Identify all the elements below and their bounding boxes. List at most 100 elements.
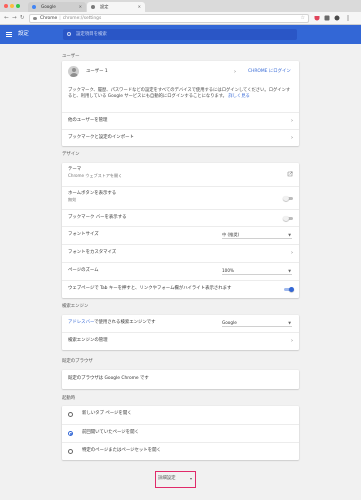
appearance-card: テーマ Chrome ウェブストアを開く ホームボタンを表示する 無効 ブックマ… xyxy=(62,163,299,298)
settings-header: 設定 設定項目を検索 xyxy=(0,25,361,44)
dropdown-caret-icon: ▼ xyxy=(288,321,291,325)
home-button-sub: 無効 xyxy=(68,197,77,202)
back-icon[interactable]: ← xyxy=(4,15,9,21)
signin-description: ブックマーク、履歴、パスワードなどの設定をすべてのデバイスで使用するにはログイン… xyxy=(68,88,291,100)
page-zoom-row: ページのズーム 100% ▼ xyxy=(62,262,299,280)
manage-other-users-row[interactable]: 他のユーザーを管理 › xyxy=(62,112,299,129)
close-window-button[interactable] xyxy=(4,4,8,8)
startup-option-row[interactable]: 前回開いていたページを開く xyxy=(62,424,299,442)
chrome-icon xyxy=(33,17,37,21)
radio-button[interactable] xyxy=(68,449,74,455)
settings-search-input[interactable]: 設定項目を検索 xyxy=(63,29,297,40)
startup-option-row[interactable]: 新しいタブ ページを開く xyxy=(62,406,299,424)
section-title-startup: 起動時 xyxy=(62,396,76,401)
minimize-window-button[interactable] xyxy=(10,4,14,8)
bookmarks-bar-label: ブックマーク バーを表示する xyxy=(68,215,127,220)
theme-sub: Chrome ウェブストアを開く xyxy=(68,173,123,178)
search-icon xyxy=(67,32,71,36)
import-bookmarks-row[interactable]: ブックマークと設定のインポート › xyxy=(62,129,299,146)
search-engine-select[interactable]: Google ▼ xyxy=(222,320,292,327)
close-tab-icon[interactable]: ✕ xyxy=(79,2,82,12)
pocket-extension-icon[interactable] xyxy=(314,15,320,21)
users-card: ユーザー 1 › CHROME にログイン ブックマーク、履歴、パスワードなどの… xyxy=(62,61,299,146)
search-engine-label: で使用される検索エンジンです xyxy=(94,320,156,325)
tab-google[interactable]: Google ✕ xyxy=(28,2,86,12)
tab-title: Google xyxy=(41,4,56,9)
startup-option-row[interactable]: 特定のページまたはページセットを開く xyxy=(62,442,299,460)
chevron-right-icon: › xyxy=(291,338,293,344)
tab-strip: Google ✕ 設定 ✕ xyxy=(0,0,361,12)
advanced-settings-button[interactable]: 詳細設定 ▾ xyxy=(155,471,196,488)
default-browser-card: 既定のブラウザは Google Chrome です xyxy=(62,370,299,389)
address-host: Chrome xyxy=(40,16,58,21)
startup-card: 新しいタブ ページを開く 前回開いていたページを開く 特定のページまたはページセ… xyxy=(62,406,299,460)
font-size-row: フォントサイズ 中 (推奨) ▼ xyxy=(62,226,299,244)
tab-title: 設定 xyxy=(100,4,109,9)
google-favicon-icon xyxy=(32,5,36,9)
chevron-right-icon: › xyxy=(291,118,293,124)
default-browser-status: 既定のブラウザは Google Chrome です xyxy=(68,376,149,381)
settings-favicon-icon xyxy=(91,5,95,9)
maximize-window-button[interactable] xyxy=(16,4,20,8)
signin-link[interactable]: CHROME にログイン xyxy=(248,69,291,75)
dropdown-caret-icon: ▼ xyxy=(288,233,291,237)
customize-fonts-label: フォントをカスタマイズ xyxy=(68,250,117,255)
signin-description-block: ブックマーク、履歴、パスワードなどの設定をすべてのデバイスで使用するにはログイン… xyxy=(68,88,294,100)
startup-option-label: 前回開いていたページを開く xyxy=(82,430,139,435)
manage-search-engines-row[interactable]: 検索エンジンの管理 › xyxy=(62,332,299,350)
radio-button[interactable] xyxy=(68,412,74,418)
page-zoom-value: 100% xyxy=(222,268,234,273)
home-button-row: ホームボタンを表示する 無効 xyxy=(62,186,299,209)
search-engine-text: アドレスバーで使用される検索エンジンです xyxy=(68,320,156,326)
theme-row[interactable]: テーマ Chrome ウェブストアを開く xyxy=(62,163,299,186)
chevron-right-icon: › xyxy=(291,250,293,256)
tab-highlight-row: ウェブページで Tab キーを押すと、リンクやフォーム欄がハイライト表示されます xyxy=(62,280,299,298)
section-title-search-engine: 検索エンジン xyxy=(62,304,89,309)
learn-more-link[interactable]: 詳しく見る xyxy=(228,94,249,99)
startup-option-label: 特定のページまたはページセットを開く xyxy=(82,448,161,453)
address-separator: | xyxy=(59,16,61,21)
customize-fonts-row[interactable]: フォントをカスタマイズ › xyxy=(62,244,299,262)
advanced-label: 詳細設定 xyxy=(158,476,176,481)
reload-icon[interactable]: ↻ xyxy=(20,15,25,21)
address-bar[interactable]: Chrome | chrome://settings ☆ xyxy=(29,14,309,23)
dropdown-caret-icon: ▼ xyxy=(288,269,291,273)
tab-highlight-toggle[interactable] xyxy=(284,286,295,293)
radio-button[interactable] xyxy=(68,431,74,437)
import-bookmarks-label: ブックマークと設定のインポート xyxy=(68,135,134,140)
address-path: chrome://settings xyxy=(62,16,102,21)
close-tab-icon[interactable]: ✕ xyxy=(138,2,141,12)
avatar xyxy=(68,66,79,77)
extension-icon[interactable] xyxy=(334,15,340,21)
manage-search-engines-label: 検索エンジンの管理 xyxy=(68,338,108,343)
forward-icon[interactable]: → xyxy=(12,15,17,21)
bookmark-star-icon[interactable]: ☆ xyxy=(301,15,305,22)
section-title-users: ユーザー xyxy=(62,54,80,59)
section-title-appearance: デザイン xyxy=(62,152,80,157)
account-row: ユーザー 1 › CHROME にログイン ブックマーク、履歴、パスワードなどの… xyxy=(62,61,299,112)
manage-other-users-label: 他のユーザーを管理 xyxy=(68,118,108,123)
font-size-select[interactable]: 中 (推奨) ▼ xyxy=(222,232,292,239)
section-title-default-browser: 既定のブラウザ xyxy=(62,359,93,364)
font-size-label: フォントサイズ xyxy=(68,232,99,237)
tab-highlight-label: ウェブページで Tab キーを押すと、リンクやフォーム欄がハイライト表示されます xyxy=(68,286,232,291)
page-title: 設定 xyxy=(18,31,29,37)
extension-icon[interactable] xyxy=(324,15,330,21)
startup-option-label: 新しいタブ ページを開く xyxy=(82,411,132,416)
page-zoom-label: ページのズーム xyxy=(68,268,99,273)
search-engine-row: アドレスバーで使用される検索エンジンです Google ▼ xyxy=(62,315,299,332)
chevron-right-icon[interactable]: › xyxy=(234,69,236,75)
tab-settings[interactable]: 設定 ✕ xyxy=(87,2,145,12)
address-bar-link[interactable]: アドレスバー xyxy=(68,320,94,325)
open-external-icon xyxy=(287,171,293,177)
search-engine-card: アドレスバーで使用される検索エンジンです Google ▼ 検索エンジンの管理 … xyxy=(62,315,299,350)
account-name: ユーザー 1 xyxy=(86,69,108,74)
home-button-toggle[interactable] xyxy=(283,195,293,202)
font-size-value: 中 (推奨) xyxy=(222,232,240,237)
bookmarks-bar-row: ブックマーク バーを表示する xyxy=(62,209,299,226)
menu-icon[interactable] xyxy=(345,15,351,21)
hamburger-menu-icon[interactable] xyxy=(6,32,12,37)
page-zoom-select[interactable]: 100% ▼ xyxy=(222,268,292,275)
default-browser-row: 既定のブラウザは Google Chrome です xyxy=(62,370,299,389)
bookmarks-bar-toggle[interactable] xyxy=(283,215,293,222)
